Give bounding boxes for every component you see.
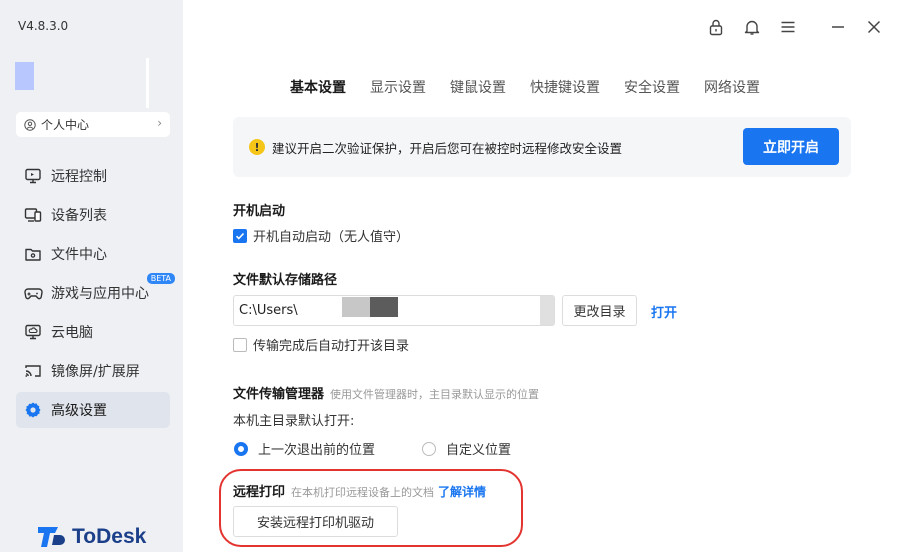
sidebar-item-label: 云电脑	[51, 325, 93, 341]
avatar[interactable]	[15, 62, 34, 90]
radio-custom-position[interactable]: 自定义位置	[422, 439, 511, 458]
cloud-pc-icon	[23, 322, 43, 342]
enable-now-button[interactable]: 立即开启	[743, 128, 839, 165]
two-factor-banner: ! 建议开启二次验证保护，开启后您可在被控时远程修改安全设置 立即开启	[233, 117, 851, 177]
close-icon[interactable]	[863, 16, 885, 38]
profile-center-label: 个人中心	[41, 118, 90, 132]
tab-display-settings[interactable]: 显示设置	[370, 77, 426, 97]
radio-last-position[interactable]: 上一次退出前的位置	[234, 439, 375, 458]
startup-title: 开机启动	[233, 204, 286, 219]
user-icon	[24, 118, 36, 131]
menu-icon[interactable]	[777, 16, 799, 38]
sidebar-item-label: 镜像屏/扩展屏	[51, 364, 140, 380]
change-directory-button[interactable]: 更改目录	[562, 295, 637, 326]
sidebar-item-advanced-settings[interactable]: 高级设置	[16, 392, 170, 428]
monitor-icon	[23, 166, 43, 186]
auto-start-label: 开机自动启动（无人值守）	[253, 230, 410, 245]
todesk-logo-icon	[38, 527, 65, 547]
radio-label: 自定义位置	[446, 443, 512, 458]
window-controls	[691, 16, 885, 38]
profile-center-button[interactable]: 个人中心 ›	[16, 112, 170, 137]
radio-button-selected[interactable]	[234, 441, 248, 456]
avatar-divider	[146, 58, 149, 108]
storage-path-value: C:\Users\	[239, 303, 298, 318]
logo-text: ToDesk	[72, 525, 147, 548]
tab-basic-settings[interactable]: 基本设置	[290, 77, 346, 97]
auto-start-row[interactable]: 开机自动启动（无人值守）	[233, 226, 409, 245]
sidebar-item-label: 设备列表	[51, 208, 107, 224]
redacted-block	[540, 296, 554, 325]
settings-tabs: 基本设置 显示设置 键鼠设置 快捷键设置 安全设置 网络设置	[290, 77, 784, 97]
file-manager-title-text: 文件传输管理器	[233, 387, 325, 402]
file-manager-title: 文件传输管理器 使用文件管理器时，主目录默认显示的位置	[233, 383, 539, 402]
todesk-logo: ToDesk	[36, 524, 146, 550]
sidebar-item-label: 高级设置	[51, 403, 107, 419]
sidebar-item-mirror-extend[interactable]: 镜像屏/扩展屏	[16, 353, 170, 389]
redacted-block	[342, 297, 370, 317]
auto-open-row[interactable]: 传输完成后自动打开该目录	[233, 335, 409, 354]
sidebar-item-label: 游戏与应用中心	[51, 286, 149, 302]
sidebar-item-label: 远程控制	[51, 169, 107, 185]
devices-icon	[23, 205, 43, 225]
version-label: V4.8.3.0	[18, 19, 69, 33]
cast-icon	[23, 361, 43, 381]
tab-shortcut-settings[interactable]: 快捷键设置	[530, 77, 600, 97]
sidebar-item-game-app-center[interactable]: 游戏与应用中心 BETA	[16, 273, 175, 311]
beta-badge: BETA	[146, 273, 175, 284]
redacted-block	[370, 297, 398, 317]
tab-network-settings[interactable]: 网络设置	[704, 77, 760, 97]
file-manager-hint: 使用文件管理器时，主目录默认显示的位置	[330, 388, 540, 401]
red-highlight-annotation	[219, 469, 523, 547]
auto-open-label: 传输完成后自动打开该目录	[253, 339, 410, 354]
bell-icon[interactable]	[741, 16, 763, 38]
gear-icon	[23, 400, 43, 420]
warning-icon: !	[249, 139, 265, 155]
radio-label: 上一次退出前的位置	[258, 443, 376, 458]
tab-security-settings[interactable]: 安全设置	[624, 77, 680, 97]
sidebar-item-file-center[interactable]: 文件中心	[16, 236, 170, 272]
sidebar-nav: 远程控制 设备列表 文件中心 游戏与应用中心 BETA 云电脑 镜像屏/扩展屏 …	[16, 158, 175, 431]
storage-path-input[interactable]: C:\Users\	[233, 295, 555, 326]
banner-text: 建议开启二次验证保护，开启后您可在被控时远程修改安全设置	[272, 140, 623, 156]
auto-start-checkbox[interactable]	[233, 228, 247, 243]
lock-icon[interactable]	[705, 16, 727, 38]
open-directory-link[interactable]: 打开	[651, 302, 677, 321]
sidebar-item-cloud-pc[interactable]: 云电脑	[16, 314, 170, 350]
chevron-right-icon: ›	[157, 116, 162, 130]
gamepad-icon	[23, 283, 43, 303]
home-dir-label: 本机主目录默认打开:	[233, 414, 355, 429]
auto-open-checkbox[interactable]	[233, 337, 247, 352]
sidebar-item-device-list[interactable]: 设备列表	[16, 197, 170, 233]
radio-button[interactable]	[422, 441, 436, 456]
sidebar: V4.8.3.0 个人中心 › 远程控制 设备列表 文件中心 游戏与应用中心 B…	[0, 0, 183, 552]
minimize-icon[interactable]	[827, 16, 849, 38]
sidebar-item-remote-control[interactable]: 远程控制	[16, 158, 170, 194]
folder-icon	[23, 244, 43, 264]
storage-path-title: 文件默认存储路径	[233, 273, 338, 288]
sidebar-item-label: 文件中心	[51, 247, 107, 263]
tab-keyboard-mouse-settings[interactable]: 键鼠设置	[450, 77, 506, 97]
